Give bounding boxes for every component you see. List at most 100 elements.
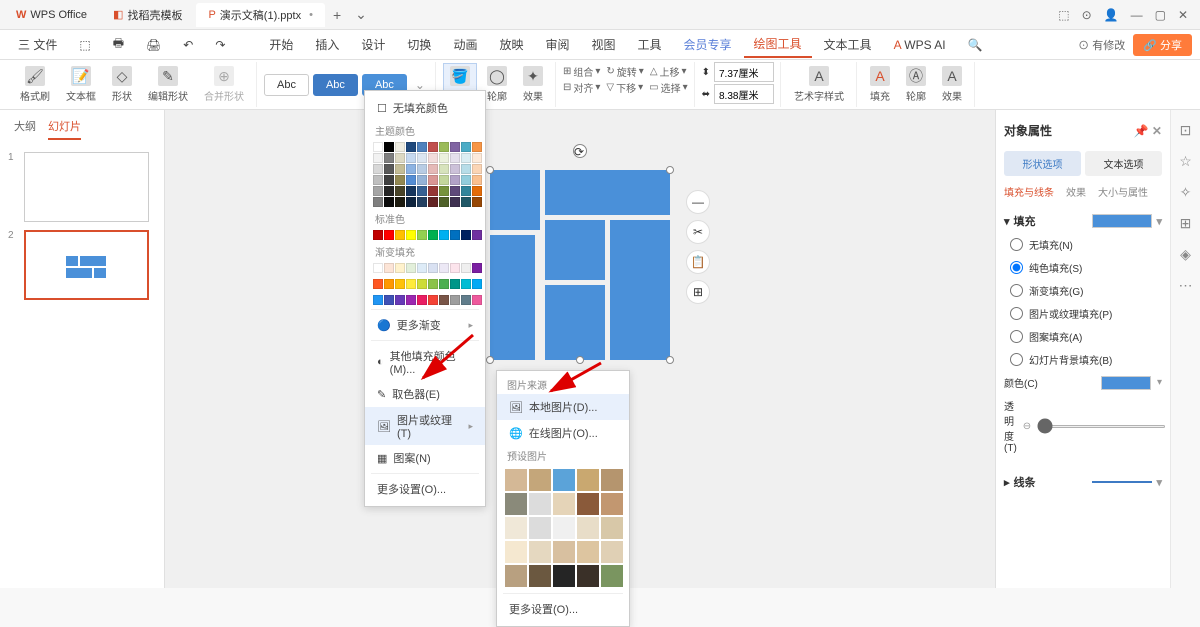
color-swatch-cell[interactable] [384, 197, 394, 207]
color-swatch-cell[interactable] [439, 164, 449, 174]
color-swatch-cell[interactable] [439, 230, 449, 240]
color-swatch-cell[interactable] [395, 142, 405, 152]
shape-rect-4[interactable] [545, 220, 605, 280]
color-swatch-cell[interactable] [417, 263, 427, 273]
document-tab[interactable]: P演示文稿(1).pptx• [196, 3, 325, 27]
share-button[interactable]: 🔗 分享 [1133, 34, 1192, 56]
file-menu[interactable]: 三 文件 [8, 32, 67, 57]
color-swatch-cell[interactable] [395, 263, 405, 273]
maximize-button[interactable]: ▢ [1155, 8, 1166, 22]
color-swatch-cell[interactable] [373, 164, 383, 174]
color-swatch-cell[interactable] [428, 142, 438, 152]
color-swatch-cell[interactable] [428, 197, 438, 207]
picture-fill-radio[interactable]: 图片或纹理填充(P) [1004, 302, 1162, 325]
textbox-button[interactable]: 📝文本框 [60, 64, 102, 105]
color-swatch-cell[interactable] [417, 175, 427, 185]
color-swatch-cell[interactable] [428, 263, 438, 273]
line-color-swatch[interactable] [1092, 481, 1152, 483]
color-swatch-cell[interactable] [417, 186, 427, 196]
color-swatch-cell[interactable] [472, 263, 482, 273]
float-btn-4[interactable]: ⊞ [686, 280, 710, 304]
color-swatch-cell[interactable] [417, 164, 427, 174]
select-button[interactable]: ▭ 选择 ▾ [649, 80, 687, 95]
close-window-button[interactable]: ✕ [1178, 8, 1188, 22]
moveup-button[interactable]: △ 上移 ▾ [650, 64, 687, 79]
new-tab-button[interactable]: + [327, 5, 347, 25]
color-swatch-cell[interactable] [461, 153, 471, 163]
color-swatch-cell[interactable] [417, 153, 427, 163]
float-btn-2[interactable]: ✂ [686, 220, 710, 244]
height-input[interactable] [714, 62, 774, 82]
texture-cell[interactable] [577, 517, 599, 539]
texture-cell[interactable] [553, 493, 575, 515]
color-swatch-cell[interactable] [395, 230, 405, 240]
color-swatch-cell[interactable] [384, 175, 394, 185]
color-swatch-cell[interactable] [373, 197, 383, 207]
rt-icon-1[interactable]: ⊡ [1180, 122, 1192, 139]
qt-redo-icon[interactable]: ↷ [205, 34, 235, 56]
color-swatch-cell[interactable] [472, 295, 482, 305]
color-swatch-cell[interactable] [428, 230, 438, 240]
color-swatch-cell[interactable] [450, 153, 460, 163]
color-picker-swatch[interactable] [1101, 376, 1151, 390]
color-swatch-cell[interactable] [406, 295, 416, 305]
prop-panel-pin[interactable]: 📌 ✕ [1134, 124, 1162, 138]
color-swatch-cell[interactable] [406, 153, 416, 163]
search-icon[interactable]: 🔍 [958, 34, 993, 56]
color-swatch-cell[interactable] [450, 142, 460, 152]
sel-handle-br[interactable] [666, 356, 674, 364]
more-settings-item[interactable]: 更多设置(O)... [365, 476, 485, 502]
text-outline-button[interactable]: Ⓐ轮廓 [900, 64, 932, 105]
solid-fill-radio[interactable]: 纯色填充(S) [1004, 256, 1162, 279]
text-effect-button[interactable]: A效果 [936, 64, 968, 105]
texture-cell[interactable] [529, 541, 551, 563]
texture-cell[interactable] [577, 469, 599, 491]
color-swatch-cell[interactable] [406, 197, 416, 207]
color-swatch-cell[interactable] [395, 197, 405, 207]
color-swatch-cell[interactable] [395, 186, 405, 196]
fill-color-swatch[interactable] [1092, 214, 1152, 228]
more-gradient-item[interactable]: 🔵 更多渐变▸ [365, 312, 485, 338]
color-swatch-cell[interactable] [373, 279, 383, 289]
no-fill-radio[interactable]: 无填充(N) [1004, 233, 1162, 256]
texture-cell[interactable] [505, 517, 527, 539]
template-tab[interactable]: ◧找稻壳模板 [101, 3, 194, 27]
subtab-size[interactable]: 大小与属性 [1098, 184, 1148, 199]
color-swatch-cell[interactable] [439, 175, 449, 185]
texture-cell[interactable] [505, 493, 527, 515]
pattern-item[interactable]: ▦ 图案(N) [365, 445, 485, 471]
sel-handle-tr[interactable] [666, 166, 674, 174]
shape-rect-5[interactable] [610, 220, 670, 360]
avatar-icon[interactable]: 👤 [1104, 8, 1119, 22]
color-swatch-cell[interactable] [428, 295, 438, 305]
rotate-button[interactable]: ↻ 旋转 ▾ [606, 64, 643, 79]
color-swatch-cell[interactable] [439, 295, 449, 305]
color-swatch-cell[interactable] [439, 153, 449, 163]
texture-cell[interactable] [505, 469, 527, 491]
qt-undo-icon[interactable]: ↶ [173, 34, 203, 56]
texture-cell[interactable] [601, 517, 623, 539]
color-swatch-cell[interactable] [406, 263, 416, 273]
color-swatch-cell[interactable] [428, 279, 438, 289]
color-swatch-cell[interactable] [461, 175, 471, 185]
slide-bg-fill-radio[interactable]: 幻灯片背景填充(B) [1004, 348, 1162, 371]
color-swatch-cell[interactable] [384, 153, 394, 163]
movedown-button[interactable]: ▽ 下移 ▾ [606, 80, 643, 95]
texture-cell[interactable] [577, 493, 599, 515]
effect-button[interactable]: ✦效果 [517, 64, 549, 105]
color-swatch-cell[interactable] [472, 153, 482, 163]
color-swatch-cell[interactable] [472, 279, 482, 289]
texture-cell[interactable] [529, 565, 551, 587]
color-dropdown-arrow[interactable]: ▾ [1157, 377, 1162, 388]
color-swatch-cell[interactable] [450, 197, 460, 207]
texture-cell[interactable] [601, 469, 623, 491]
subtab-effect[interactable]: 效果 [1066, 184, 1086, 199]
sel-handle-tl[interactable] [486, 166, 494, 174]
slides-tab[interactable]: 幻灯片 [48, 118, 81, 140]
slide-thumb-2[interactable] [24, 230, 149, 300]
color-swatch-cell[interactable] [428, 186, 438, 196]
format-painter-button[interactable]: 🖌格式刷 [14, 64, 56, 105]
wordart-button[interactable]: A艺术字样式 [788, 64, 850, 105]
tab-text-tools[interactable]: 文本工具 [814, 32, 882, 57]
color-swatch-cell[interactable] [417, 295, 427, 305]
